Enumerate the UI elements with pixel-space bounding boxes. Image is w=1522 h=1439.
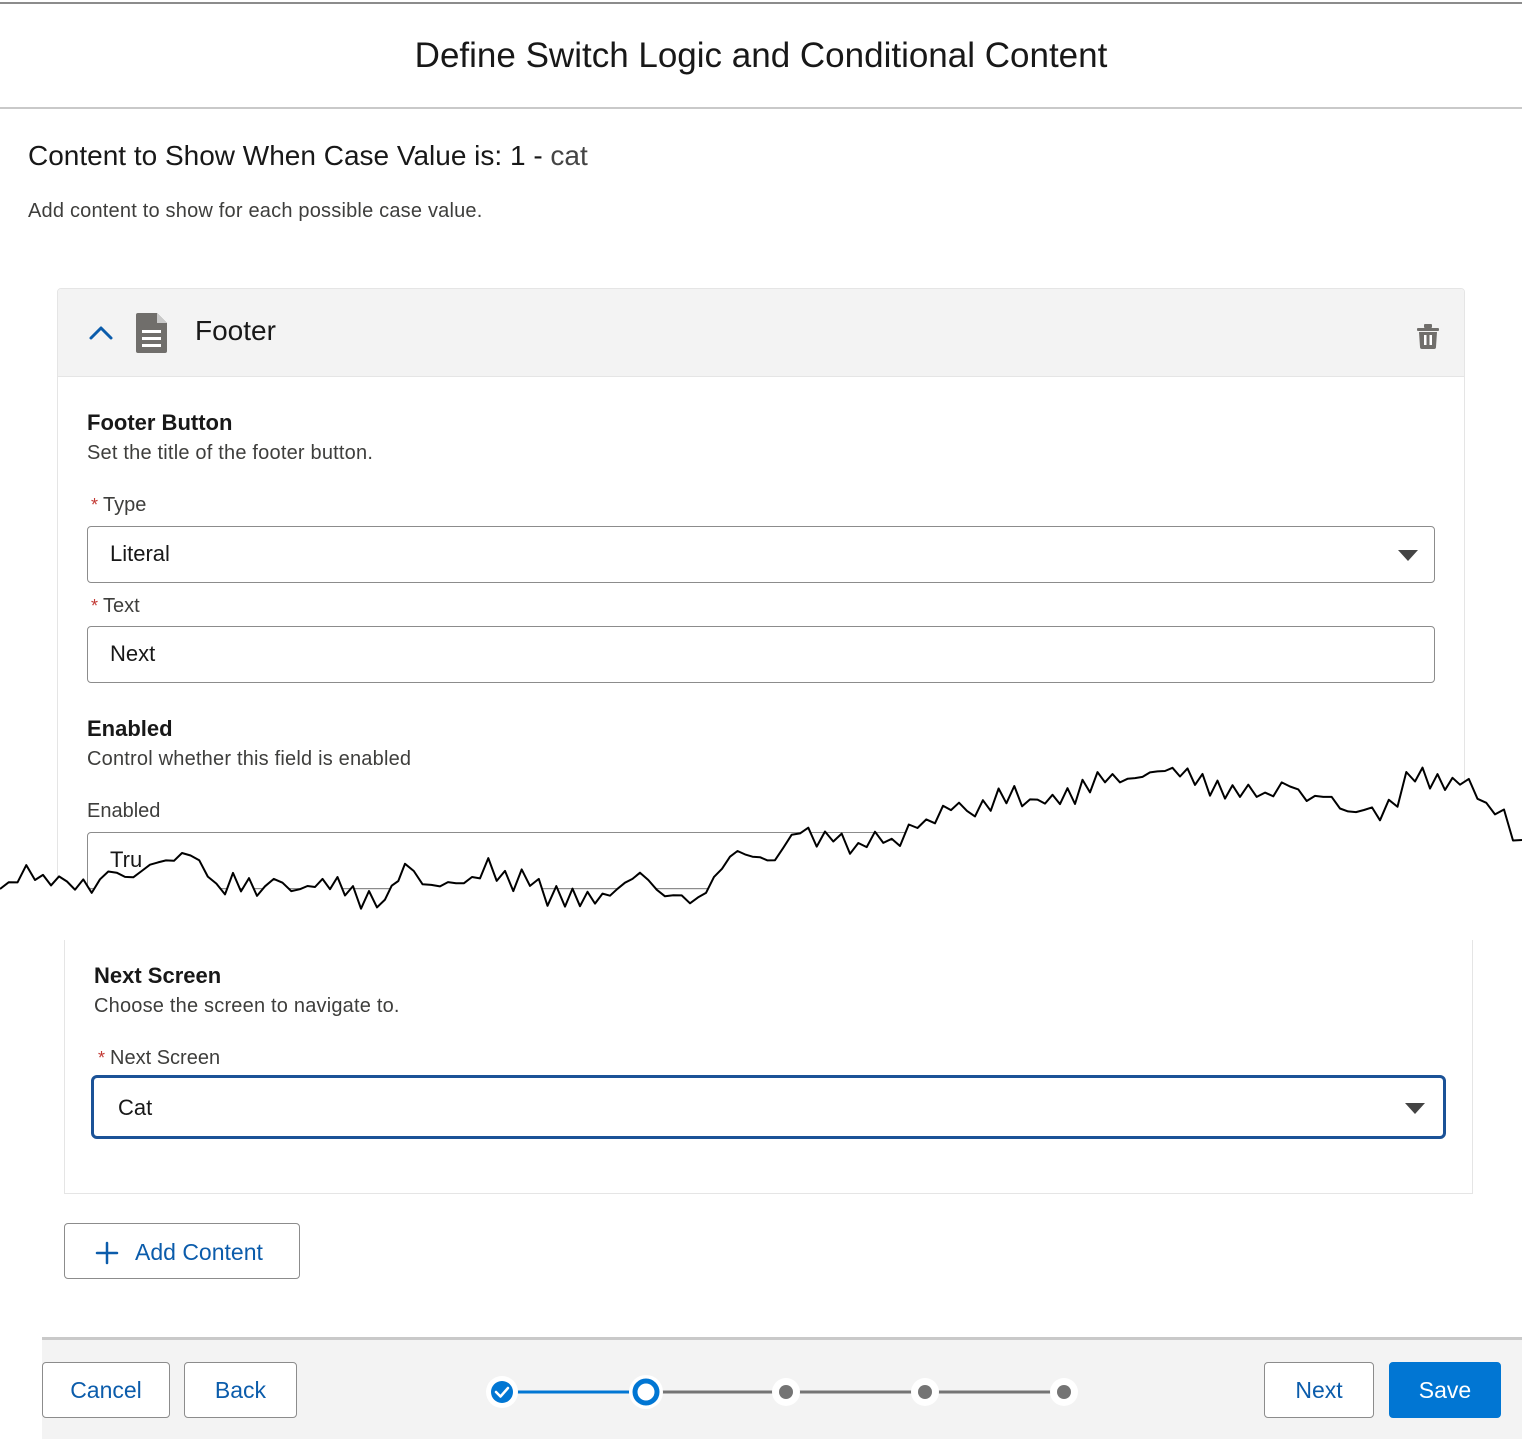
top-border [0, 2, 1522, 4]
progress-step-5[interactable] [1050, 1378, 1078, 1406]
next-screen-title: Next Screen [94, 963, 222, 988]
next-screen-label: * Next Screen [98, 1047, 220, 1070]
next-screen-select-value: Cat [118, 1095, 153, 1120]
type-select[interactable]: Literal [87, 526, 1435, 583]
type-label-text: Type [103, 494, 147, 516]
required-marker: * [98, 1048, 106, 1068]
header-divider [0, 107, 1522, 109]
torn-edge [0, 766, 1522, 940]
text-label: * Text [91, 595, 140, 618]
section-title-prefix: Content to Show When Case Value is: 1 - [28, 140, 551, 171]
required-marker: * [91, 596, 99, 616]
caret-down-icon [1405, 1103, 1425, 1114]
text-input-value: Next [110, 641, 156, 666]
plus-icon [95, 1241, 119, 1265]
card-title: Footer [195, 315, 276, 346]
section-title: Content to Show When Case Value is: 1 - … [28, 140, 588, 172]
back-button[interactable]: Back [184, 1362, 297, 1418]
next-screen-description: Choose the screen to navigate to. [94, 995, 400, 1017]
save-button[interactable]: Save [1389, 1362, 1501, 1418]
progress-step-4[interactable] [911, 1378, 939, 1406]
case-value: cat [550, 140, 588, 171]
modal-footer: Cancel Back Next Save [42, 1337, 1522, 1439]
next-button[interactable]: Next [1264, 1362, 1374, 1418]
enabled-title: Enabled [87, 716, 173, 741]
modal-title: Define Switch Logic and Conditional Cont… [414, 36, 1108, 75]
add-content-button[interactable]: Add Content [64, 1223, 300, 1279]
document-icon [136, 313, 167, 353]
text-input[interactable]: Next [87, 626, 1435, 683]
progress-step-2[interactable] [629, 1375, 663, 1409]
add-content-label: Add Content [135, 1239, 263, 1265]
next-screen-label-text: Next Screen [110, 1047, 221, 1069]
required-marker: * [91, 495, 99, 515]
content-card-continuation: Next Screen Choose the screen to navigat… [64, 940, 1473, 1194]
cancel-button[interactable]: Cancel [42, 1362, 170, 1418]
type-select-value: Literal [110, 541, 170, 566]
text-label-text: Text [103, 595, 140, 617]
trash-icon[interactable] [1416, 323, 1440, 349]
type-label: * Type [91, 494, 146, 517]
chevron-up-icon[interactable] [88, 319, 114, 345]
section-description: Add content to show for each possible ca… [28, 200, 483, 222]
footer-button-description: Set the title of the footer button. [87, 442, 374, 464]
card-header: Footer [58, 289, 1464, 377]
progress-step-3[interactable] [772, 1378, 800, 1406]
footer-button-title: Footer Button [87, 410, 233, 435]
next-screen-select[interactable]: Cat [91, 1075, 1446, 1139]
caret-down-icon [1398, 550, 1418, 561]
progress-indicator [486, 1375, 1078, 1409]
progress-step-1[interactable] [486, 1376, 518, 1408]
